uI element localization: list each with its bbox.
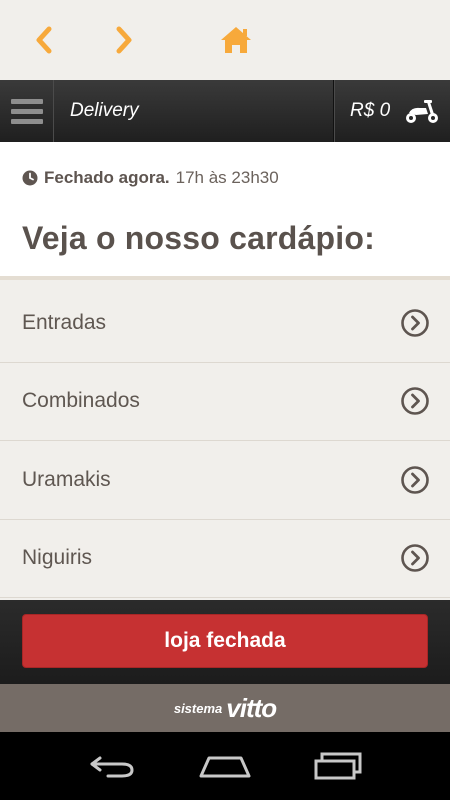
android-home-icon xyxy=(199,756,251,778)
chevron-left-icon xyxy=(36,26,52,54)
forward-button[interactable] xyxy=(104,20,144,60)
category-item-uramakis[interactable]: Uramakis xyxy=(0,441,450,520)
status-closed-text: Fechado agora. xyxy=(44,168,170,187)
chevron-circle-right-icon xyxy=(401,544,429,573)
home-icon xyxy=(221,27,251,53)
footer-bar: loja fechada xyxy=(0,600,450,684)
store-status: Fechado agora. 17h às 23h30 xyxy=(22,168,279,188)
chevron-right-icon xyxy=(116,26,132,54)
category-item-combinados[interactable]: Combinados xyxy=(0,362,450,441)
store-info-panel: Fechado agora. 17h às 23h30 Veja o nosso… xyxy=(0,142,450,280)
category-item-niguiris[interactable]: Niguiris xyxy=(0,519,450,598)
category-label: Uramakis xyxy=(22,467,111,491)
app-screen: Delivery R$ 0 Fechado agora. 17h às 23h3… xyxy=(0,0,450,800)
header-divider xyxy=(333,80,335,142)
brand-logo: vitto xyxy=(226,692,277,723)
clock-icon xyxy=(22,170,38,186)
android-back-icon xyxy=(90,756,134,778)
menu-heading: Veja o nosso cardápio: xyxy=(22,220,375,256)
back-button[interactable] xyxy=(24,20,64,60)
system-recents-button[interactable] xyxy=(308,748,368,784)
system-navigation-bar xyxy=(0,732,450,800)
chevron-circle-right-icon xyxy=(401,387,429,416)
brand-prefix: sistema xyxy=(173,700,223,716)
system-home-button[interactable] xyxy=(195,748,255,784)
category-label: Niguiris xyxy=(22,546,93,570)
header-title: Delivery xyxy=(70,100,139,121)
system-back-button[interactable] xyxy=(82,748,142,784)
category-list: Entradas Combinados Uramakis Niguiris xyxy=(0,284,450,598)
cart-button[interactable]: R$ 0 xyxy=(340,80,450,142)
scooter-icon xyxy=(406,100,439,123)
app-header: Delivery R$ 0 xyxy=(0,80,450,142)
cart-total: R$ 0 xyxy=(350,100,391,121)
chevron-circle-right-icon xyxy=(401,308,429,337)
top-navigation xyxy=(0,0,450,80)
android-recents-icon xyxy=(314,752,362,780)
category-label: Entradas xyxy=(22,310,107,334)
home-button[interactable] xyxy=(216,20,256,60)
store-closed-button[interactable]: loja fechada xyxy=(22,614,428,668)
opening-hours: 17h às 23h30 xyxy=(175,168,279,187)
menu-button[interactable] xyxy=(0,80,54,142)
category-label: Combinados xyxy=(22,389,140,413)
category-item-entradas[interactable]: Entradas xyxy=(0,284,450,363)
brand-strip: sistema vitto xyxy=(0,684,450,732)
hamburger-menu-icon xyxy=(10,94,43,129)
chevron-circle-right-icon xyxy=(401,465,429,494)
